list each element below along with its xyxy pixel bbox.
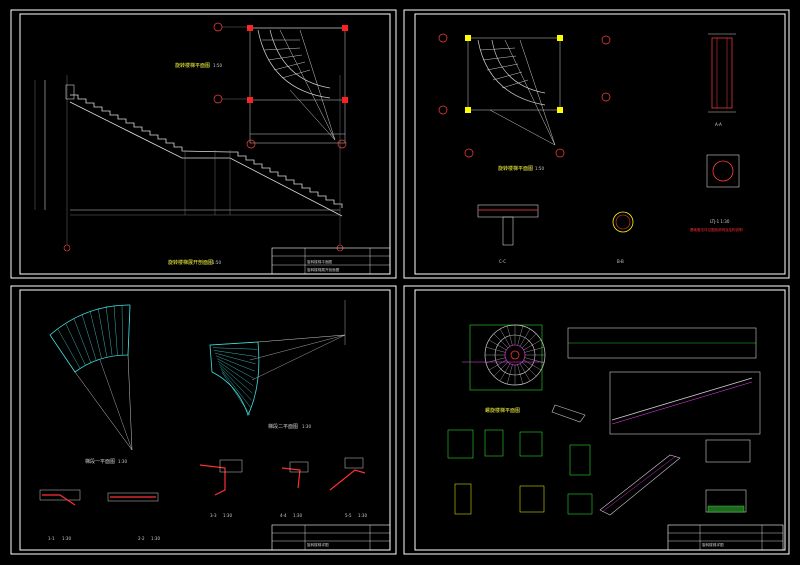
svg-text:A-A: A-A bbox=[715, 122, 722, 127]
svg-text:旋转楼梯平面图: 旋转楼梯平面图 bbox=[498, 165, 533, 172]
column-marker bbox=[247, 97, 253, 103]
sheet-1-elevation-scale: 1:50 bbox=[212, 260, 221, 265]
sheet-1-plan-scale: 1:50 bbox=[213, 63, 222, 68]
sheet-1-plan-title: 旋转楼梯平面图 bbox=[175, 62, 210, 69]
column-marker bbox=[247, 25, 253, 31]
svg-text:1:30: 1:30 bbox=[302, 424, 311, 429]
svg-text:梯段二平面图: 梯段二平面图 bbox=[268, 423, 298, 430]
column-marker bbox=[342, 97, 348, 103]
sheet-1-elevation-title: 旋转楼梯展开剖面图 bbox=[168, 259, 213, 266]
svg-text:C-C: C-C bbox=[499, 259, 506, 264]
cad-drawing-canvas[interactable]: 旋转楼梯平面图 1:50 旋转楼梯展开剖面图 1:50 旋转楼梯平面图 旋转楼梯… bbox=[0, 0, 800, 565]
svg-text:旋转楼梯展开剖面图: 旋转楼梯展开剖面图 bbox=[307, 267, 340, 272]
svg-text:旋转楼梯平面图: 旋转楼梯平面图 bbox=[307, 259, 333, 264]
svg-text:旋转楼梯详图: 旋转楼梯详图 bbox=[702, 542, 724, 547]
svg-text:螺旋楼梯平面图: 螺旋楼梯平面图 bbox=[485, 407, 520, 414]
svg-text:1-1: 1-1 bbox=[48, 536, 55, 541]
svg-text:1:30: 1:30 bbox=[62, 536, 71, 541]
svg-text:梯段一平面图: 梯段一平面图 bbox=[85, 458, 115, 465]
svg-text:旋转楼梯详图: 旋转楼梯详图 bbox=[307, 542, 329, 547]
column-marker bbox=[557, 107, 563, 113]
svg-text:1:30: 1:30 bbox=[293, 513, 302, 518]
column-marker bbox=[465, 35, 471, 41]
svg-text:1:30: 1:30 bbox=[118, 459, 127, 464]
svg-text:1:30: 1:30 bbox=[151, 536, 160, 541]
column-marker bbox=[342, 25, 348, 31]
svg-text:1:30: 1:30 bbox=[223, 513, 232, 518]
svg-text:5-5: 5-5 bbox=[345, 513, 352, 518]
svg-text:1:50: 1:50 bbox=[535, 166, 544, 171]
column-marker bbox=[465, 107, 471, 113]
svg-text:3-3: 3-3 bbox=[210, 513, 217, 518]
svg-text:2-2: 2-2 bbox=[138, 536, 145, 541]
svg-text:LTJ-1 1:30: LTJ-1 1:30 bbox=[710, 219, 730, 224]
svg-text:1:30: 1:30 bbox=[358, 513, 367, 518]
svg-text:B-B: B-B bbox=[617, 259, 624, 264]
svg-text:基础做法详见图纸说明及结构说明: 基础做法详见图纸说明及结构说明 bbox=[690, 227, 743, 232]
column-marker bbox=[557, 35, 563, 41]
svg-text:4-4: 4-4 bbox=[280, 513, 287, 518]
